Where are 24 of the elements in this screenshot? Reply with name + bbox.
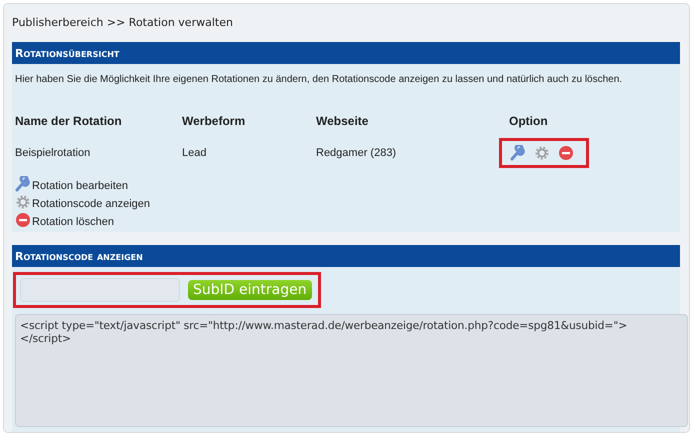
- gear-icon: [534, 145, 550, 162]
- table-cell-text: Beispielrotation: [15, 147, 92, 160]
- intro-text: Hier haben Sie die Möglichkeit Ihre eigenen Rotationen zu ändern, den Rotationscode anzeigen zu lassen und natürlich auch zu löschen.: [15, 74, 624, 88]
- column-header: Option: [509, 114, 549, 128]
- table-cell-text: Redgamer (283): [316, 147, 398, 160]
- breadcrumb: Publisherbereich >> Rotation verwalten: [12, 16, 234, 31]
- wrench-icon: [510, 145, 526, 162]
- legend-label: Rotation löschen: [32, 216, 114, 228]
- gear-icon: [15, 194, 31, 210]
- legend-label: Rotation bearbeiten: [32, 180, 128, 192]
- minus-circle-icon: [15, 212, 31, 228]
- option-button[interactable]: [534, 145, 550, 162]
- column-header: Webseite: [316, 114, 370, 128]
- section-header: Rotationscode anzeigen: [12, 245, 680, 267]
- column-header: Werbeform: [182, 114, 246, 128]
- table-cell-text: Lead: [182, 147, 208, 160]
- option-button[interactable]: [510, 145, 526, 162]
- wrench-icon: [15, 176, 31, 192]
- column-header: Name der Rotation: [15, 114, 123, 128]
- minus-circle-icon: [558, 145, 574, 162]
- legend-label: Rotationscode anzeigen: [32, 198, 150, 210]
- code-text-area[interactable]: <script type="text/javascript" src="http://www.masterad.de/werbeanzeige/rotation.php?code=spg81&usubid="> </script>: [15, 314, 688, 427]
- option-button[interactable]: [558, 145, 574, 162]
- section-header: Rotationsübersicht: [12, 42, 680, 64]
